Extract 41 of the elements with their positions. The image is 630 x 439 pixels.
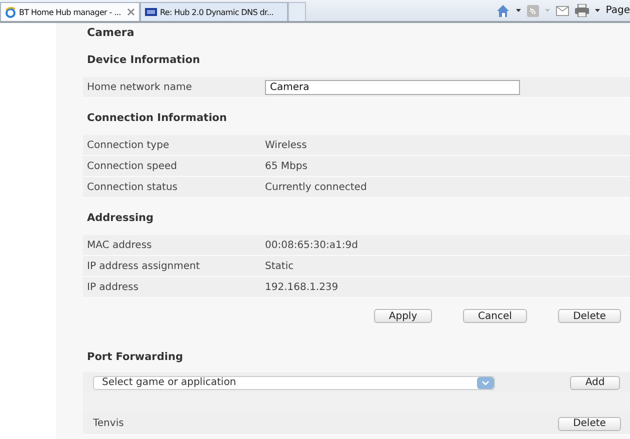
field-value: Currently connected xyxy=(265,182,367,192)
section-heading: Addressing xyxy=(86,212,155,224)
page-menu[interactable]: Page xyxy=(606,5,630,16)
delete-button[interactable]: Delete xyxy=(558,416,621,430)
field-label: Connection type xyxy=(86,140,170,150)
home-icon[interactable] xyxy=(496,4,510,18)
section-heading: Port Forwarding xyxy=(86,351,184,363)
section-heading: Connection Information xyxy=(86,112,228,124)
field-value: 192.168.1.239 xyxy=(265,282,338,292)
browser-tab[interactable]: BT Home Hub manager - ... xyxy=(0,2,140,21)
field-value: 00:08:65:30:a1:9d xyxy=(265,240,358,250)
field-label: MAC address xyxy=(86,240,153,250)
field-label: Connection status xyxy=(86,182,178,192)
action-button[interactable]: Cancel xyxy=(463,309,527,323)
text-field[interactable]: Camera xyxy=(265,80,520,94)
dropdown-arrow-icon[interactable] xyxy=(516,9,521,12)
page-title: Camera xyxy=(86,26,136,41)
tab-title: Re: Hub 2.0 Dynamic DNS dr... xyxy=(160,8,274,16)
field-value: 65 Mbps xyxy=(265,160,308,172)
field-label: IP address assignment xyxy=(86,260,201,272)
section-heading: Device Information xyxy=(86,54,201,66)
browser-logo-icon xyxy=(5,6,16,18)
browser-tab[interactable]: Re: Hub 2.0 Dynamic DNS dr... xyxy=(140,2,288,21)
action-button[interactable]: Apply xyxy=(374,309,432,323)
feed-icon[interactable] xyxy=(526,4,539,16)
action-button[interactable]: Delete xyxy=(558,309,621,323)
close-icon[interactable] xyxy=(127,8,135,16)
field-value: Wireless xyxy=(265,140,307,150)
add-button[interactable]: Add xyxy=(570,376,620,390)
chevron-down-icon xyxy=(482,380,489,384)
mail-icon[interactable] xyxy=(556,6,569,16)
dropdown-arrow-icon[interactable] xyxy=(594,9,600,12)
printer-icon[interactable] xyxy=(574,4,589,17)
tab-title: BT Home Hub manager - ... xyxy=(19,8,122,16)
site-logo-icon xyxy=(145,8,157,16)
field-label: Connection speed xyxy=(86,160,178,172)
application-select[interactable]: Select game or application xyxy=(93,376,495,390)
field-label: IP address xyxy=(86,282,140,292)
rule-name: Tenvis xyxy=(92,418,124,429)
field-label: Home network name xyxy=(86,82,193,92)
field-value: Static xyxy=(265,260,294,272)
